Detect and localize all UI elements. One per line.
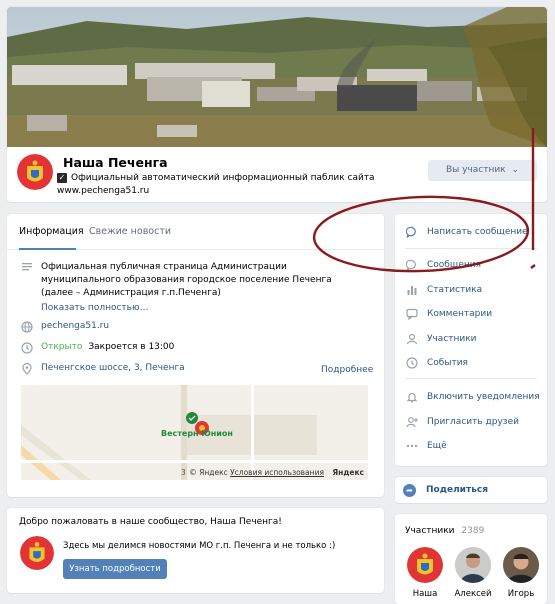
header-site-link[interactable]: www.pechenga51.ru (57, 186, 149, 196)
share-icon: ➦ (403, 484, 416, 497)
menu-item-label: Комментарии (427, 309, 493, 319)
yandex-logo: Яндекс (332, 468, 364, 477)
chevron-down-icon: ⌄ (511, 165, 520, 175)
menu-item-messages[interactable]: Сообщения (405, 259, 482, 272)
members-card: Участники 2389 Наша Алексей Игорь (395, 514, 547, 604)
membership-button[interactable]: Вы участник ⌄ (428, 160, 537, 181)
address-row: Печенгское шоссе, 3, Печенга (21, 362, 371, 375)
menu-item-label: Пригласить друзей (427, 417, 519, 427)
address-more-link[interactable]: Подробнее (321, 365, 373, 375)
comments-icon (405, 308, 419, 321)
more-icon (405, 440, 419, 452)
cover-image (7, 7, 547, 147)
map-place-label: Вестерн Юнион (161, 429, 233, 438)
menu-item-label: Участники (427, 334, 477, 344)
member-item[interactable]: Алексей (450, 547, 496, 599)
globe-icon (21, 321, 33, 333)
welcome-text: Здесь мы делимся новостями МО г.п. Печен… (63, 541, 336, 551)
checkmark-icon: ✓ (57, 173, 67, 183)
tab-latest-news[interactable]: Свежие новости (89, 226, 171, 237)
map-house-number: 3 (181, 468, 186, 477)
status-text: Официальный автоматический информационны… (71, 173, 375, 183)
welcome-card: Добро пожаловать в наше сообщество, Наша… (7, 508, 384, 593)
show-more-link[interactable]: Показать полностью… (41, 303, 149, 313)
message-icon (405, 226, 419, 239)
map-credit: © Яндекс (189, 468, 228, 477)
description-icon (21, 261, 33, 273)
member-name: Алексей (454, 589, 492, 599)
welcome-title: Добро пожаловать в наше сообщество, Наша… (19, 517, 282, 527)
info-card: Информация Свежие новости Официальная пу… (7, 214, 384, 497)
member-item[interactable]: Наша (402, 547, 448, 599)
menu-item-more[interactable]: Ещё (405, 440, 447, 452)
members-title: Участники (405, 526, 455, 536)
menu-divider (405, 378, 537, 379)
menu-item-label: Включить уведомления (427, 392, 540, 402)
closing-time: Закроется в 13:00 (88, 342, 175, 352)
community-avatar[interactable] (17, 154, 53, 190)
share-label: Поделиться (426, 485, 489, 495)
menu-divider (405, 248, 537, 249)
event-icon (405, 357, 419, 369)
menu-item-invite-friends[interactable]: Пригласить друзей (405, 416, 519, 428)
hours-row: Открыто Закроется в 13:00 (21, 342, 174, 354)
tab-information[interactable]: Информация (19, 226, 84, 237)
clock-icon (21, 342, 33, 354)
members-count: 2389 (461, 526, 485, 536)
info-tabs: Информация Свежие новости (7, 214, 384, 250)
active-tab-indicator (19, 248, 76, 250)
address-link[interactable]: Печенгское шоссе, 3, Печенга (41, 363, 185, 373)
menu-item-label: Ещё (427, 441, 447, 451)
avatar (407, 547, 443, 583)
menu-item-members[interactable]: Участники (405, 333, 477, 345)
description-text: Официальная публичная страница Администр… (41, 262, 332, 298)
menu-item-label: Статистика (427, 285, 483, 295)
member-item[interactable]: Игорь (498, 547, 544, 599)
actions-menu: Написать сообщение Сообщения Статистика … (395, 214, 547, 466)
description-row: Официальная публичная страница Администр… (21, 261, 361, 300)
map-terms-link[interactable]: Условия использования (230, 468, 324, 477)
members-header[interactable]: Участники 2389 (405, 526, 484, 536)
share-button[interactable]: ➦ Поделиться (395, 477, 547, 503)
status-line: ✓ Официальный автоматический информацион… (57, 173, 375, 183)
community-header: Наша Печенга ✓ Официальный автоматически… (7, 7, 547, 202)
welcome-avatar (20, 536, 54, 570)
menu-item-enable-notifications[interactable]: Включить уведомления (405, 391, 540, 403)
website-link[interactable]: pechenga51.ru (41, 321, 109, 331)
stats-icon (405, 284, 419, 296)
member-name: Наша (412, 589, 438, 599)
membership-label: Вы участник (445, 165, 506, 175)
avatar (503, 547, 539, 583)
menu-item-events[interactable]: События (405, 357, 468, 369)
map-widget[interactable]: Вестерн Юнион 3 © Яндекс Условия использ… (21, 385, 368, 480)
page-title: Наша Печенга (63, 155, 168, 170)
avatar (455, 547, 491, 583)
member-name: Игорь (507, 589, 535, 599)
chat-icon (405, 259, 419, 272)
bell-icon (405, 391, 419, 403)
open-status: Открыто (41, 342, 83, 352)
location-pin-icon (21, 362, 33, 375)
menu-item-label: Написать сообщение (427, 227, 528, 237)
menu-item-write-message[interactable]: Написать сообщение (405, 226, 528, 239)
menu-item-label: События (427, 358, 468, 368)
map-footer: © Яндекс Условия использования Яндекс (189, 468, 364, 477)
menu-item-statistics[interactable]: Статистика (405, 284, 482, 296)
invite-icon (405, 416, 419, 428)
menu-item-label: Сообщения (427, 260, 482, 270)
learn-more-button[interactable]: Узнать подробности (63, 559, 167, 579)
website-row: pechenga51.ru (21, 321, 109, 333)
menu-item-comments[interactable]: Комментарии (405, 308, 493, 321)
user-icon (405, 333, 419, 345)
